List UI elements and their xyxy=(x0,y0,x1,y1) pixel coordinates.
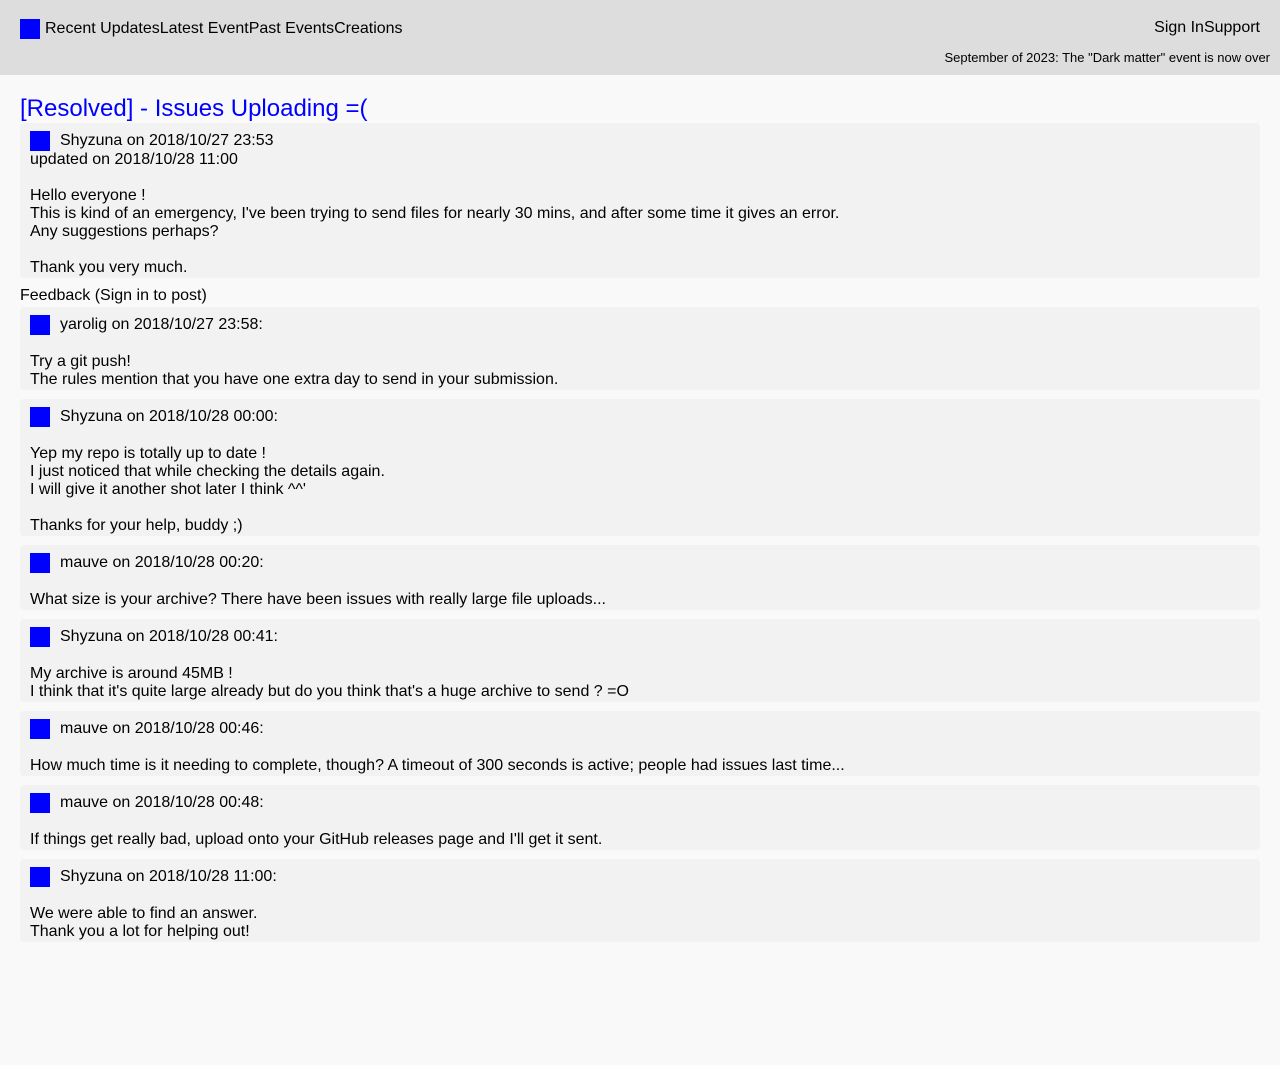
comment-line: We were able to find an answer. xyxy=(30,905,258,922)
comment-author-line: mauve on 2018/10/28 00:46: xyxy=(30,719,1250,739)
original-post: Shyzuna on 2018/10/27 23:53 updated on 2… xyxy=(20,123,1260,278)
comment: mauve on 2018/10/28 00:48: If things get… xyxy=(20,785,1260,850)
comment-line: Yep my repo is totally up to date ! xyxy=(30,445,266,462)
comment-body: My archive is around 45MB ! I think that… xyxy=(30,665,1250,701)
feedback-heading: Feedback (Sign in to post) xyxy=(20,287,207,304)
comment-body: How much time is it needing to complete,… xyxy=(30,757,1250,775)
account-nav: Sign In Support xyxy=(1154,19,1260,37)
comment-author: Shyzuna on 2018/10/28 00:41: xyxy=(60,628,278,645)
comment-line: My archive is around 45MB ! xyxy=(30,665,233,682)
thread-title: [Resolved] - Issues Uploading =( xyxy=(20,95,368,122)
comment-author-line: yarolig on 2018/10/27 23:58: xyxy=(30,315,1250,335)
comment: yarolig on 2018/10/27 23:58: Try a git p… xyxy=(20,307,1260,390)
comment-line: I think that it's quite large already bu… xyxy=(30,683,629,700)
post-line: This is kind of an emergency, I've been … xyxy=(30,205,840,222)
avatar-icon xyxy=(30,553,50,573)
comment-author-line: Shyzuna on 2018/10/28 00:00: xyxy=(30,407,1250,427)
top-bar: Recent Updates Latest Event Past Events … xyxy=(0,0,1280,75)
comment-line: Thank you a lot for helping out! xyxy=(30,923,250,940)
support-link[interactable]: Support xyxy=(1204,19,1260,37)
comment-line: Thanks for your help, buddy ;) xyxy=(30,517,243,534)
comment-author: mauve on 2018/10/28 00:48: xyxy=(60,794,264,811)
comment: mauve on 2018/10/28 00:46: How much time… xyxy=(20,711,1260,776)
avatar-icon xyxy=(30,867,50,887)
comment-author: mauve on 2018/10/28 00:20: xyxy=(60,554,264,571)
comment-paragraph: Yep my repo is totally up to date ! I ju… xyxy=(30,445,1250,499)
comment-author-line: mauve on 2018/10/28 00:20: xyxy=(30,553,1250,573)
event-banner: September of 2023: The "Dark matter" eve… xyxy=(944,50,1270,65)
comment: mauve on 2018/10/28 00:20: What size is … xyxy=(20,545,1260,610)
avatar-icon xyxy=(30,793,50,813)
nav-creations[interactable]: Creations xyxy=(334,20,402,38)
comment-line: What size is your archive? There have be… xyxy=(30,591,606,608)
main-nav: Recent Updates Latest Event Past Events … xyxy=(20,19,403,39)
comment-paragraph: We were able to find an answer. Thank yo… xyxy=(30,905,1250,941)
comment-body: Yep my repo is totally up to date ! I ju… xyxy=(30,445,1250,535)
post-line: Any suggestions perhaps? xyxy=(30,223,219,240)
post-paragraph: Hello everyone ! This is kind of an emer… xyxy=(30,187,1250,241)
comment-paragraph: If things get really bad, upload onto yo… xyxy=(30,831,1250,849)
post-author: Shyzuna on 2018/10/27 23:53 xyxy=(60,132,274,149)
comment-author: yarolig on 2018/10/27 23:58: xyxy=(60,316,263,333)
comment: Shyzuna on 2018/10/28 11:00: We were abl… xyxy=(20,859,1260,942)
comment-line: How much time is it needing to complete,… xyxy=(30,757,845,774)
post-body: Hello everyone ! This is kind of an emer… xyxy=(30,187,1250,277)
avatar-icon xyxy=(30,131,50,151)
comment-body: What size is your archive? There have be… xyxy=(30,591,1250,609)
nav-past-events[interactable]: Past Events xyxy=(249,20,334,38)
comment-paragraph: Thanks for your help, buddy ;) xyxy=(30,517,1250,535)
avatar-icon xyxy=(30,719,50,739)
sign-in-link[interactable]: Sign In xyxy=(1154,19,1204,37)
avatar-icon xyxy=(30,407,50,427)
site-logo-icon[interactable] xyxy=(20,19,40,39)
post-paragraph: Thank you very much. xyxy=(30,259,1250,277)
post-updated: updated on 2018/10/28 11:00 xyxy=(30,151,238,168)
comment-author: mauve on 2018/10/28 00:46: xyxy=(60,720,264,737)
comment-body: If things get really bad, upload onto yo… xyxy=(30,831,1250,849)
main-content: [Resolved] - Issues Uploading =( Shyzuna… xyxy=(0,75,1280,942)
comment: Shyzuna on 2018/10/28 00:41: My archive … xyxy=(20,619,1260,702)
comment-list: yarolig on 2018/10/27 23:58: Try a git p… xyxy=(20,307,1260,942)
comment-paragraph: What size is your archive? There have be… xyxy=(30,591,1250,609)
comment-paragraph: My archive is around 45MB ! I think that… xyxy=(30,665,1250,701)
comment-body: We were able to find an answer. Thank yo… xyxy=(30,905,1250,941)
comment-paragraph: Try a git push! The rules mention that y… xyxy=(30,353,1250,389)
comment-author-line: Shyzuna on 2018/10/28 11:00: xyxy=(30,867,1250,887)
comment-author: Shyzuna on 2018/10/28 11:00: xyxy=(60,868,277,885)
nav-latest-event[interactable]: Latest Event xyxy=(160,20,249,38)
comment-author-line: mauve on 2018/10/28 00:48: xyxy=(30,793,1250,813)
comment-line: I will give it another shot later I thin… xyxy=(30,481,306,498)
post-line: Hello everyone ! xyxy=(30,187,146,204)
comment-line: The rules mention that you have one extr… xyxy=(30,371,559,388)
avatar-icon xyxy=(30,627,50,647)
comment-paragraph: How much time is it needing to complete,… xyxy=(30,757,1250,775)
comment: Shyzuna on 2018/10/28 00:00: Yep my repo… xyxy=(20,399,1260,536)
comment-author-line: Shyzuna on 2018/10/28 00:41: xyxy=(30,627,1250,647)
post-line: Thank you very much. xyxy=(30,259,188,276)
comment-line: I just noticed that while checking the d… xyxy=(30,463,385,480)
comment-author: Shyzuna on 2018/10/28 00:00: xyxy=(60,408,278,425)
comment-line: Try a git push! xyxy=(30,353,131,370)
comment-body: Try a git push! The rules mention that y… xyxy=(30,353,1250,389)
avatar-icon xyxy=(30,315,50,335)
nav-recent-updates[interactable]: Recent Updates xyxy=(45,20,160,38)
comment-line: If things get really bad, upload onto yo… xyxy=(30,831,603,848)
post-author-line: Shyzuna on 2018/10/27 23:53 xyxy=(30,131,1250,151)
